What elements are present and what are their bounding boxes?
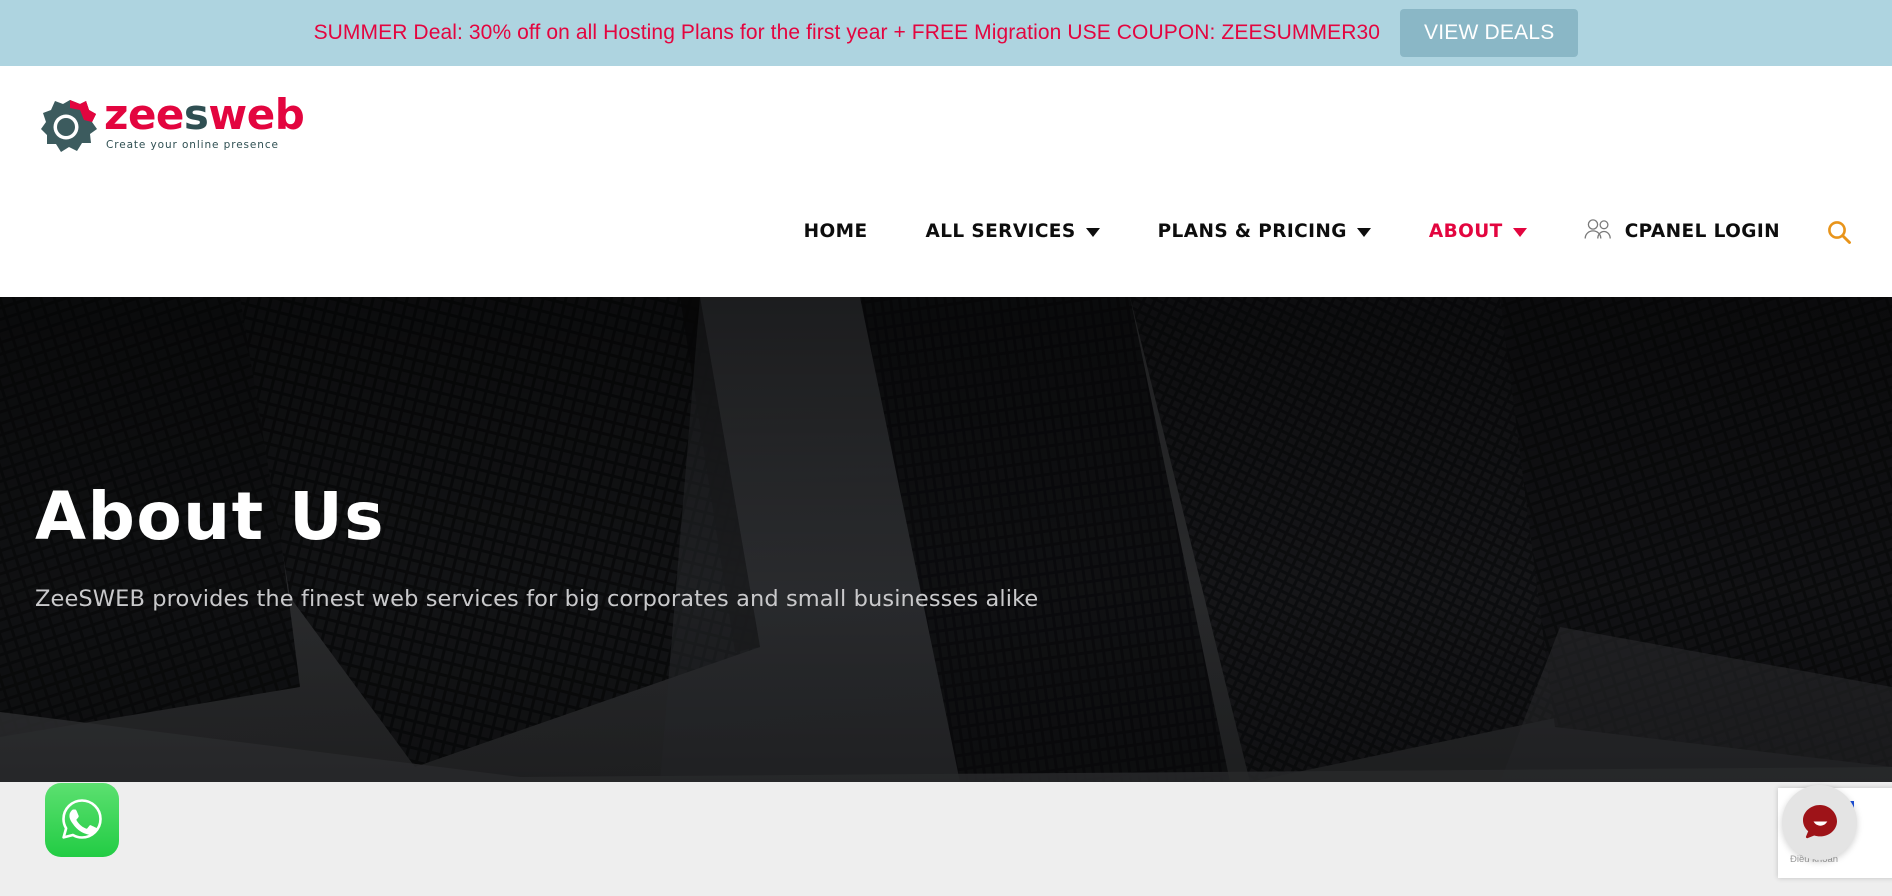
chat-widget-button[interactable] [1782, 785, 1857, 860]
logo-seg-zee: zee [104, 90, 184, 139]
users-icon [1583, 218, 1613, 245]
gear-logo-icon [40, 98, 98, 156]
hero-section: About Us ZeeSWEB provides the finest web… [0, 297, 1892, 782]
page-content-area [0, 782, 1892, 896]
logo-tagline: Create your online presence [106, 139, 279, 151]
logo-wordmark: zeesweb [104, 94, 305, 136]
site-logo[interactable]: zeesweb Create your online presence [40, 94, 305, 156]
search-icon [1826, 220, 1852, 248]
view-deals-button[interactable]: VIEW DEALS [1400, 9, 1579, 57]
chevron-down-icon [1512, 228, 1527, 237]
chevron-down-icon [1356, 228, 1371, 237]
promo-banner: SUMMER Deal: 30% off on all Hosting Plan… [0, 0, 1892, 66]
chevron-down-icon [1085, 228, 1100, 237]
logo-seg-s: s [183, 90, 209, 139]
whatsapp-icon [58, 795, 106, 846]
nav-item-about-label: ABOUT [1428, 221, 1503, 242]
nav-item-all-services-label: ALL SERVICES [925, 221, 1076, 242]
whatsapp-chat-button[interactable] [45, 783, 119, 857]
nav-item-plans-pricing[interactable]: PLANS & PRICING [1158, 221, 1371, 242]
nav-item-home-label: HOME [803, 221, 868, 242]
promo-text: SUMMER Deal: 30% off on all Hosting Plan… [313, 21, 1381, 44]
nav-item-cpanel-login[interactable]: CPANEL LOGIN [1583, 218, 1780, 245]
nav-item-cpanel-login-label: CPANEL LOGIN [1624, 221, 1780, 242]
hero-content: About Us ZeeSWEB provides the finest web… [35, 482, 1038, 615]
main-navigation: HOME ALL SERVICES PLANS & PRICING ABOUT [804, 218, 1852, 245]
nav-item-all-services[interactable]: ALL SERVICES [925, 221, 1100, 242]
hero-subtitle: ZeeSWEB provides the finest web services… [35, 586, 1039, 613]
nav-item-about[interactable]: ABOUT [1429, 221, 1527, 242]
logo-seg-web: web [208, 90, 305, 139]
chat-bubble-icon [1798, 799, 1842, 846]
page-title: About Us [35, 478, 386, 555]
logo-text-block: zeesweb Create your online presence [104, 94, 305, 152]
search-button[interactable] [1826, 219, 1852, 245]
site-header: zeesweb Create your online presence HOME… [0, 66, 1892, 297]
nav-item-plans-pricing-label: PLANS & PRICING [1157, 221, 1347, 242]
nav-item-home[interactable]: HOME [804, 221, 868, 242]
